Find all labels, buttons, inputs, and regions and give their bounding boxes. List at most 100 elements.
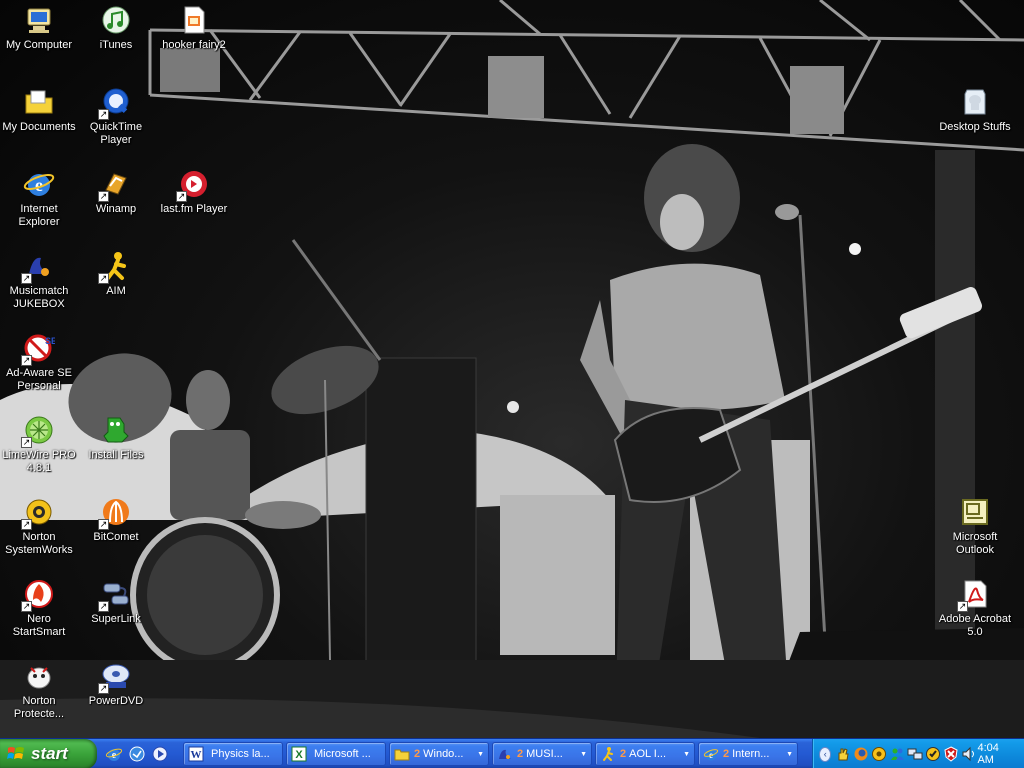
desktop-icon-powerdvd[interactable]: ↗ PowerDVD <box>77 660 155 708</box>
winamp-icon: ↗ <box>98 168 132 202</box>
desktop-icon-label: Ad-Aware SE Personal <box>6 367 72 392</box>
folder-icon <box>100 414 132 446</box>
desktop-icon-quicktime[interactable]: ↗ QuickTime Player <box>77 86 155 147</box>
outlook-icon <box>959 496 991 528</box>
quick-launch-outlook-express-icon[interactable] <box>127 744 147 764</box>
desktop-icon-bitcomet[interactable]: ↗ BitComet <box>77 496 155 544</box>
desktop-icon-internet-explorer[interactable]: e Internet Explorer <box>0 168 78 229</box>
desktop-icon-musicmatch[interactable]: ↗ Musicmatch JUKEBOX <box>0 250 78 311</box>
window-count: 2 <box>620 748 627 760</box>
desktop-icon-limewire[interactable]: ↗ LimeWire PRO 4.8.1 <box>0 414 78 475</box>
norton-tray-icon[interactable] <box>925 746 941 762</box>
desktop-icon-install-files[interactable]: Install Files <box>77 414 155 462</box>
limewire-icon: ↗ <box>21 414 55 448</box>
shortcut-arrow-icon: ↗ <box>21 355 32 366</box>
tray-expand-button[interactable]: ‹ <box>819 746 832 762</box>
folder-icon <box>23 86 55 118</box>
system-tray: ‹ 4:04 AM <box>812 739 1024 768</box>
shortcut-arrow-icon: ↗ <box>176 191 187 202</box>
group-dropdown-arrow-icon: ▼ <box>683 750 690 758</box>
desktop-icon-label: PowerDVD <box>88 695 144 707</box>
desktop-icon-norton-systemworks[interactable]: ↗ Norton SystemWorks <box>0 496 78 557</box>
quicktime-icon: ↗ <box>98 86 132 120</box>
desktop-icon-superlink[interactable]: ↗ SuperLink <box>77 578 155 626</box>
shortcut-arrow-icon: ↗ <box>98 601 109 612</box>
desktop-icon-label: AIM <box>106 285 126 297</box>
quick-launch-bar: e <box>104 743 170 765</box>
taskbar-button-label: Microsoft ... <box>314 748 371 760</box>
taskbar-button-microsoft-excel[interactable]: X Microsoft ... <box>286 742 386 766</box>
speaker-icon[interactable] <box>871 746 887 762</box>
desktop-icon-label: Musicmatch JUKEBOX <box>9 285 69 310</box>
window-count: 2 <box>723 748 730 760</box>
desktop-icon-winamp[interactable]: ↗ Winamp <box>77 168 155 216</box>
shortcut-arrow-icon: ↗ <box>98 519 109 530</box>
word-icon: W <box>188 746 204 762</box>
shortcut-arrow-icon: ↗ <box>98 191 109 202</box>
desktop-icon-my-computer[interactable]: My Computer <box>0 4 78 52</box>
document-icon <box>178 4 210 36</box>
lastfm-icon: ↗ <box>176 168 210 202</box>
ie-icon: e <box>23 168 55 200</box>
taskbar-button-label: MUSI... <box>526 748 563 760</box>
taskbar-button-label: Intern... <box>732 748 770 760</box>
taskbar-button-label: AOL I... <box>629 748 667 760</box>
shortcut-arrow-icon: ↗ <box>98 109 109 120</box>
shortcut-arrow-icon: ↗ <box>98 273 109 284</box>
aim-icon: ↗ <box>98 250 132 284</box>
taskbar: start e W Physics la... X Microsoft ... … <box>0 738 1024 768</box>
bitcomet-icon: ↗ <box>98 496 132 530</box>
desktop-icon-label: BitComet <box>93 531 139 543</box>
msn-icon[interactable] <box>889 746 905 762</box>
security-icon[interactable] <box>943 746 959 762</box>
desktop-icon-label: Install Files <box>88 449 144 461</box>
aim-icon <box>600 746 616 762</box>
desktop-icon-adaware[interactable]: SE ↗ Ad-Aware SE Personal <box>0 332 78 393</box>
taskbar-button-label: Windo... <box>423 748 464 760</box>
quick-launch-ie-icon[interactable]: e <box>104 744 124 764</box>
ie-icon: e <box>703 746 719 762</box>
taskbar-button-aol-im-group[interactable]: 2 AOL I... ▼ <box>595 742 695 766</box>
desktop-icon-nero[interactable]: ↗ Nero StartSmart <box>0 578 78 639</box>
taskbar-button-internet-explorer-group[interactable]: e 2 Intern... ▼ <box>698 742 798 766</box>
hand-icon[interactable] <box>835 746 851 762</box>
musicmatch-icon: ↗ <box>21 250 55 284</box>
desktop-icon-desktop-stuffs[interactable]: Desktop Stuffs <box>936 86 1014 134</box>
tray-icons <box>835 746 977 762</box>
superlink-icon: ↗ <box>98 578 132 612</box>
desktop-icon-my-documents[interactable]: My Documents <box>0 86 78 134</box>
nero-icon: ↗ <box>21 578 55 612</box>
firefox-icon[interactable] <box>853 746 869 762</box>
taskbar-button-windows-explorer-group[interactable]: 2 Windo... ▼ <box>389 742 489 766</box>
clock[interactable]: 4:04 AM <box>977 742 1010 766</box>
group-dropdown-arrow-icon: ▼ <box>477 750 484 758</box>
quick-launch-media-player-icon[interactable] <box>150 744 170 764</box>
taskbar-button-physics[interactable]: W Physics la... <box>183 742 283 766</box>
folder-icon <box>394 746 410 762</box>
desktop-icon-lastfm[interactable]: ↗ last.fm Player <box>155 168 233 216</box>
desktop-icon-microsoft-outlook[interactable]: Microsoft Outlook <box>936 496 1014 557</box>
desktop-icon-aim[interactable]: ↗ AIM <box>77 250 155 298</box>
volume-icon[interactable] <box>961 746 977 762</box>
desktop-icon-itunes[interactable]: iTunes <box>77 4 155 52</box>
norton-protected-icon <box>23 660 55 692</box>
excel-icon: X <box>291 746 307 762</box>
acrobat-icon: ↗ <box>957 578 991 612</box>
shortcut-arrow-icon: ↗ <box>21 437 32 448</box>
windows-logo-icon <box>7 747 24 759</box>
start-label: start <box>31 744 68 763</box>
shortcut-arrow-icon: ↗ <box>21 601 32 612</box>
desktop-icon-label: SuperLink <box>91 613 141 625</box>
desktop-icon-label: My Documents <box>2 121 76 133</box>
start-button[interactable]: start <box>0 739 97 768</box>
itunes-icon <box>100 4 132 36</box>
desktop-icon-label: QuickTime Player <box>89 121 143 146</box>
desktop-icon-adobe-acrobat[interactable]: ↗ Adobe Acrobat 5.0 <box>936 578 1014 639</box>
taskbar-button-musicmatch-group[interactable]: 2 MUSI... ▼ <box>492 742 592 766</box>
network-icon[interactable] <box>907 746 923 762</box>
window-count: 2 <box>414 748 421 760</box>
desktop-icon-norton-protected[interactable]: Norton Protecte... <box>0 660 78 721</box>
desktop-icon-label: Norton SystemWorks <box>5 531 73 556</box>
group-dropdown-arrow-icon: ▼ <box>786 750 793 758</box>
desktop-icon-hooker-fairy2[interactable]: hooker fairy2 <box>155 4 233 52</box>
